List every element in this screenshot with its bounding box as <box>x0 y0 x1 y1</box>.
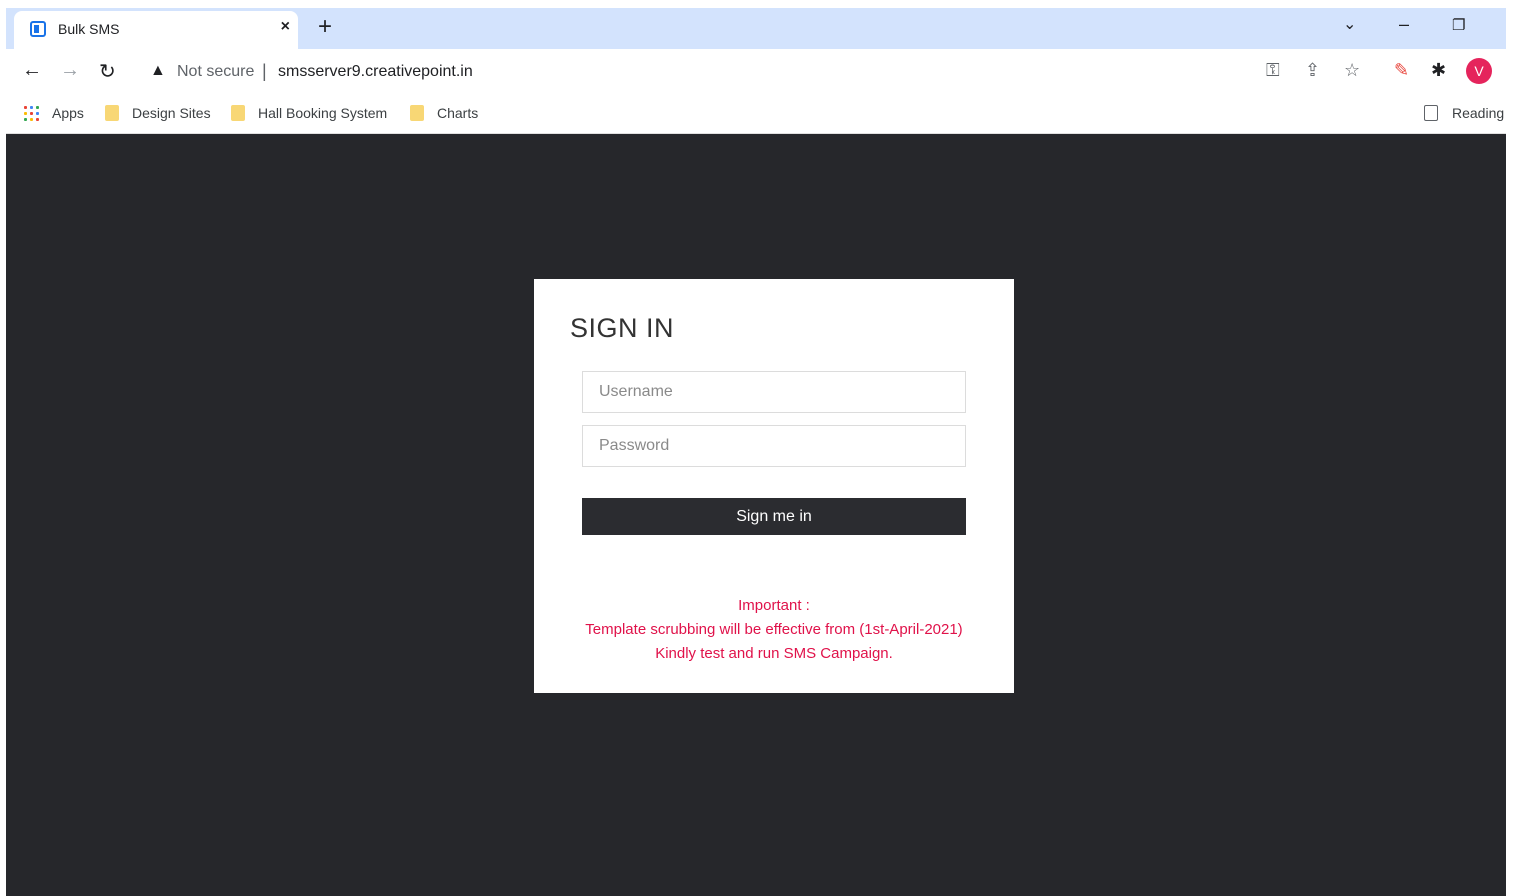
notice-line-2: Kindly test and run SMS Campaign. <box>655 645 893 662</box>
password-input[interactable] <box>582 425 966 467</box>
bookmark-charts[interactable]: Charts <box>437 105 478 121</box>
extensions-icon[interactable]: ✱ <box>1431 60 1446 81</box>
tab-strip: Bulk SMS × + ⌄ – ❐ <box>6 8 1506 49</box>
sign-in-title: SIGN IN <box>570 313 675 343</box>
reload-button[interactable]: ↻ <box>99 59 116 84</box>
browser-toolbar: ← → ↻ ▲ Not secure | smsserver9.creative… <box>6 49 1506 95</box>
bookmarks-bar: Apps Design Sites Hall Booking System Ch… <box>6 95 1506 134</box>
page-favicon-icon <box>30 21 46 37</box>
star-icon[interactable]: ☆ <box>1344 60 1360 81</box>
folder-icon <box>231 105 245 121</box>
browser-window: Bulk SMS × + ⌄ – ❐ ← → ↻ ▲ Not secure | … <box>6 8 1506 896</box>
restore-button[interactable]: ❐ <box>1452 16 1465 34</box>
apps-grid-icon[interactable] <box>24 106 40 122</box>
close-tab-icon[interactable]: × <box>281 18 290 36</box>
address-bar[interactable]: ▲ Not secure | smsserver9.creativepoint.… <box>144 59 1244 87</box>
tab-search-chevron-icon[interactable]: ⌄ <box>1343 14 1356 34</box>
back-button[interactable]: ← <box>22 59 42 82</box>
username-input[interactable] <box>582 371 966 413</box>
page-background: SIGN IN Sign me in Important : Template … <box>6 134 1506 896</box>
new-tab-button[interactable]: + <box>318 13 332 41</box>
minimize-button[interactable]: – <box>1399 14 1409 35</box>
sign-in-button[interactable]: Sign me in <box>582 498 966 535</box>
folder-icon <box>410 105 424 121</box>
key-icon[interactable]: ⚿ <box>1266 60 1280 81</box>
tab-title: Bulk SMS <box>58 21 120 37</box>
bookmark-apps[interactable]: Apps <box>52 105 84 121</box>
sign-in-card: SIGN IN Sign me in Important : Template … <box>534 279 1014 693</box>
reading-list-button[interactable]: Reading <box>1452 105 1504 121</box>
notice-heading: Important : <box>738 597 810 614</box>
forward-button[interactable]: → <box>60 59 80 82</box>
bookmark-design-sites[interactable]: Design Sites <box>132 105 211 121</box>
notice-line-1: Template scrubbing will be effective fro… <box>585 621 963 638</box>
profile-avatar[interactable]: V <box>1466 58 1492 84</box>
paint-extension-icon[interactable]: ✎ <box>1394 60 1409 81</box>
url-text[interactable]: smsserver9.creativepoint.in <box>278 63 473 81</box>
address-separator: | <box>262 61 267 81</box>
security-label[interactable]: Not secure <box>177 63 254 81</box>
reading-list-icon[interactable] <box>1424 105 1438 121</box>
share-icon[interactable]: ⇪ <box>1305 60 1320 81</box>
folder-icon <box>105 105 119 121</box>
bookmark-hall-booking-system[interactable]: Hall Booking System <box>258 105 387 121</box>
warning-icon[interactable]: ▲ <box>150 62 166 80</box>
tab-bulk-sms[interactable]: Bulk SMS × <box>14 11 298 49</box>
